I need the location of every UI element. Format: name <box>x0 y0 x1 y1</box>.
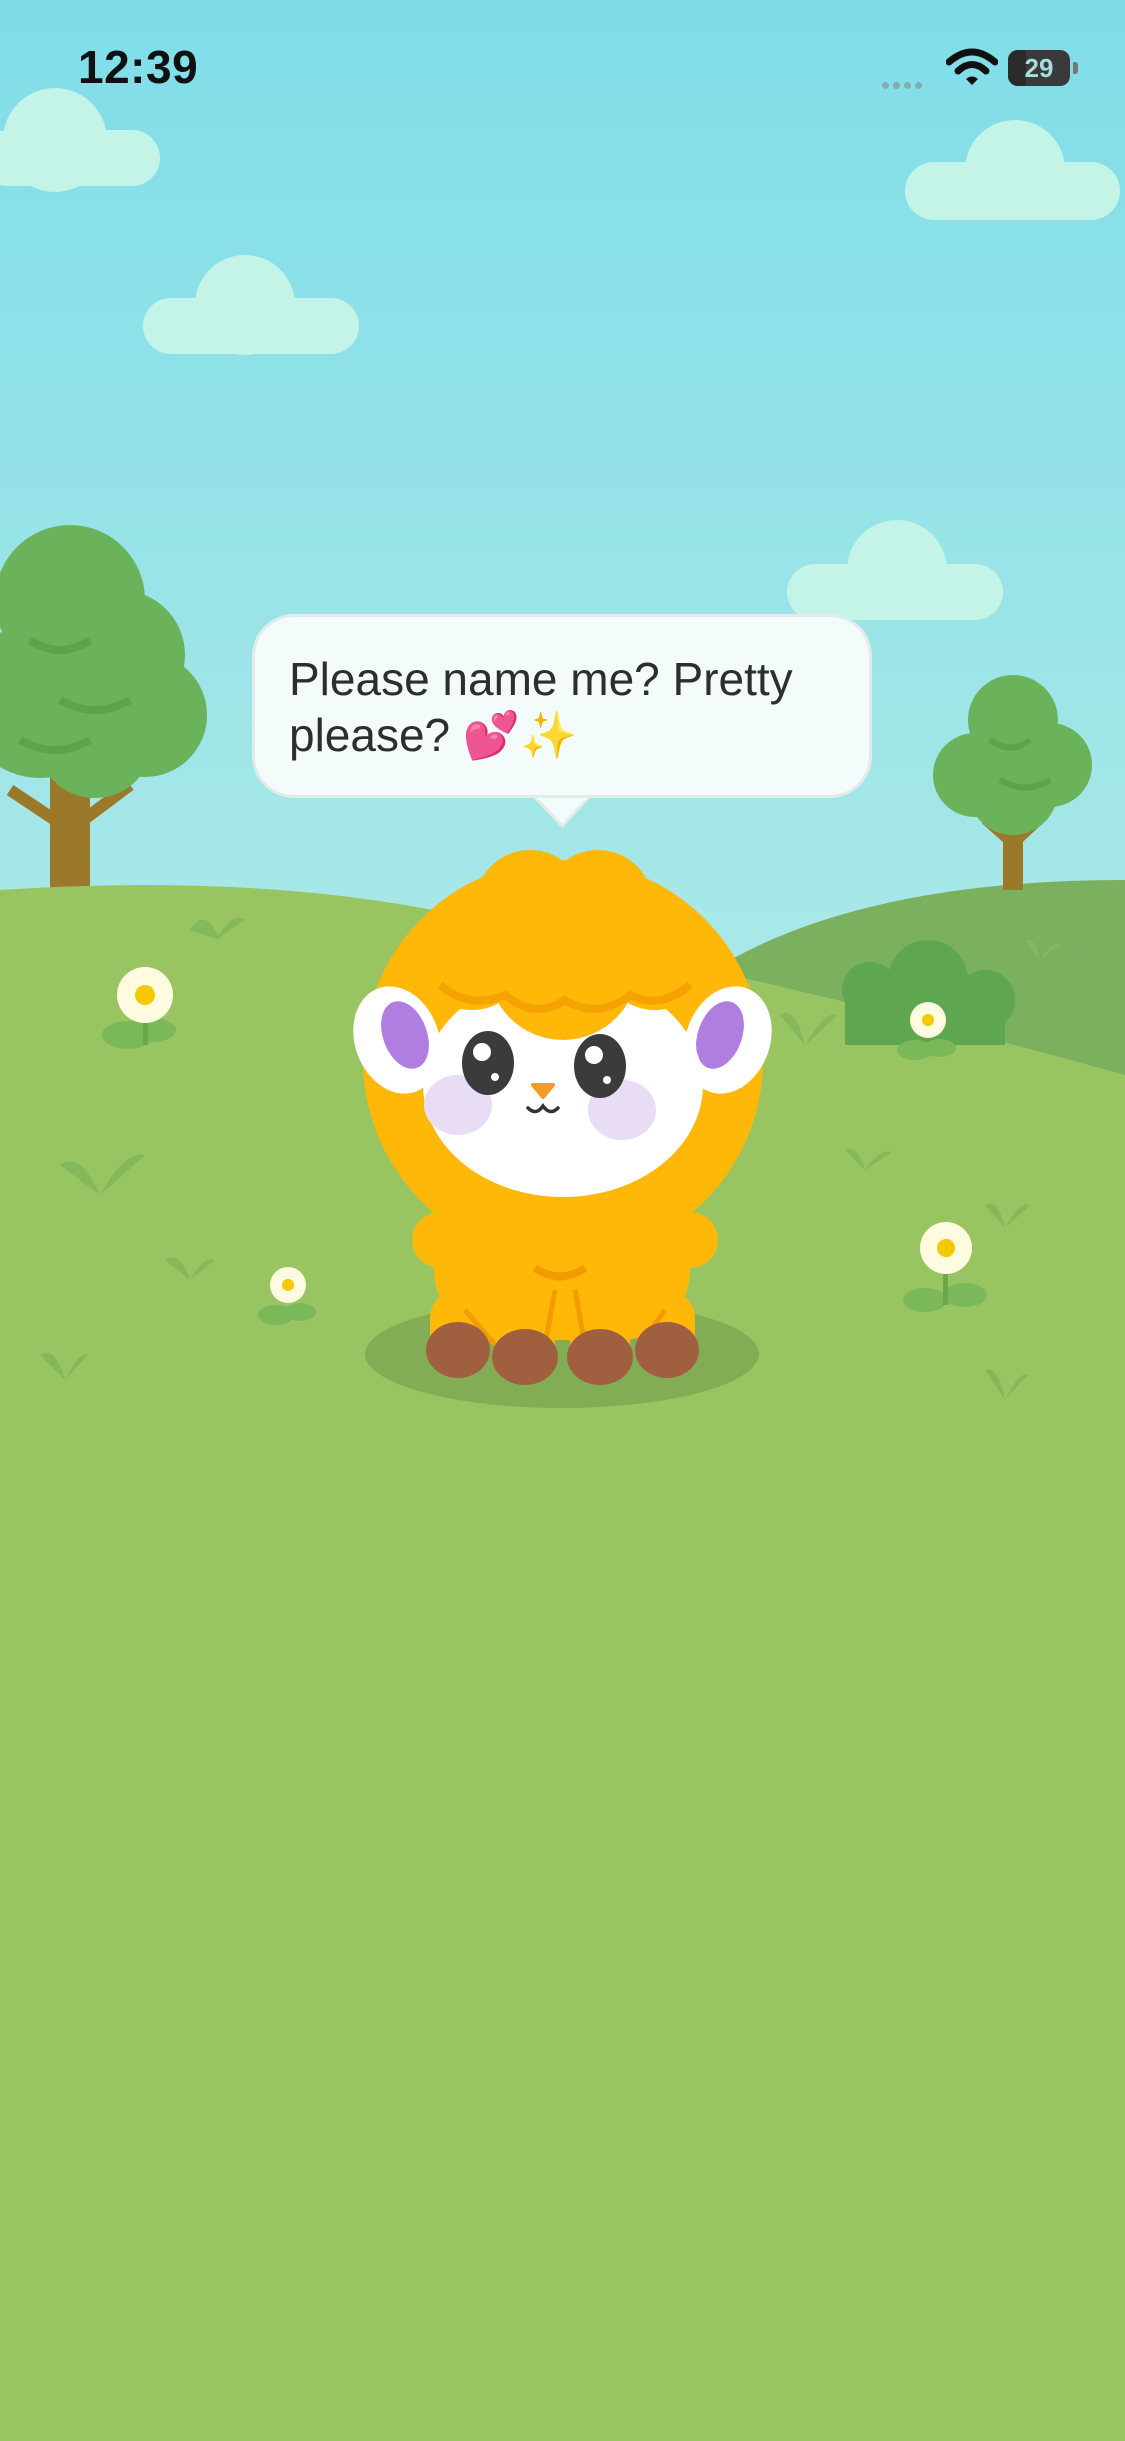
cellular-signal-icon <box>882 76 932 89</box>
battery-icon: 29 <box>1008 50 1078 88</box>
wifi-icon <box>945 48 999 88</box>
status-time: 12:39 <box>78 41 199 93</box>
background-illustration <box>0 0 1125 2436</box>
status-bar: 12:39 29 <box>0 0 1125 140</box>
battery-level: 29 <box>1024 53 1054 83</box>
speech-bubble-text: Please name me? Pretty please? 💕✨ <box>289 653 793 761</box>
meadow-scene <box>0 0 1125 2436</box>
battery-cap <box>1073 62 1078 74</box>
speech-bubble: Please name me? Pretty please? 💕✨ <box>252 614 872 798</box>
